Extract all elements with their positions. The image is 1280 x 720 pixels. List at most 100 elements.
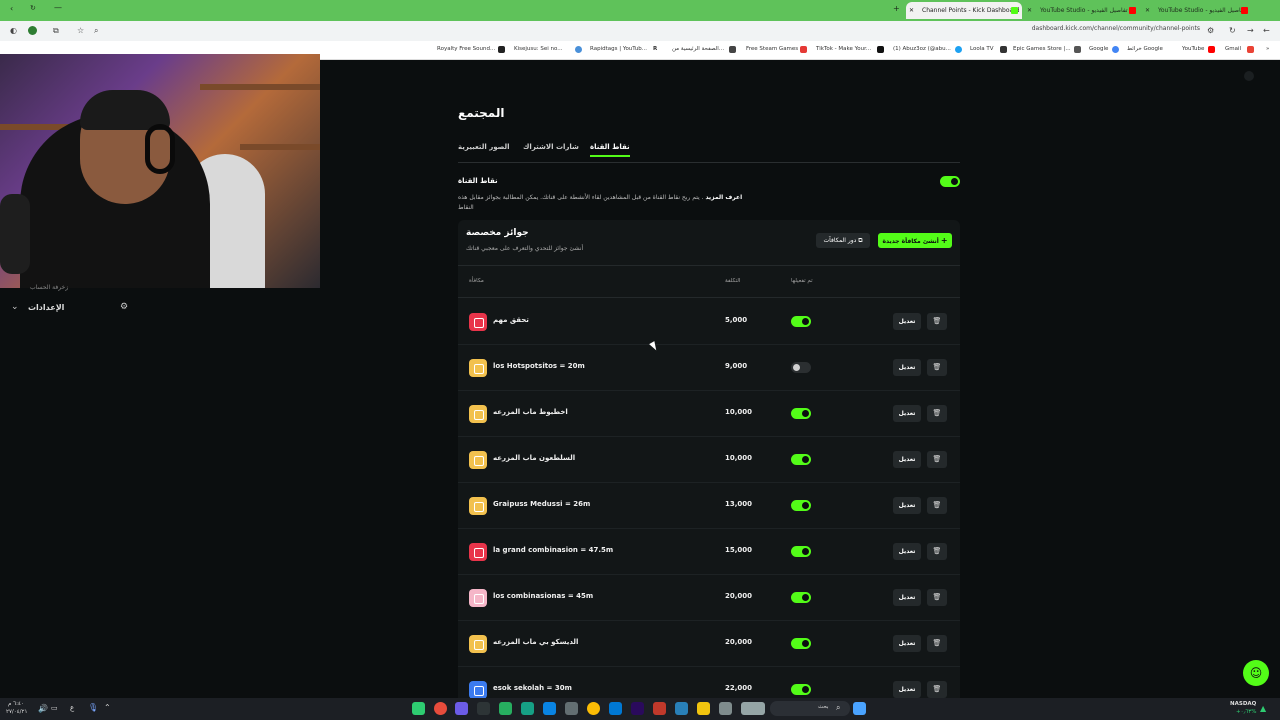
- reward-enabled-toggle[interactable]: [791, 684, 811, 695]
- chrome-icon[interactable]: [587, 702, 600, 715]
- url-field[interactable]: dashboard.kick.com/channel/community/cha…: [1032, 25, 1200, 32]
- reload-icon[interactable]: ↻: [30, 4, 36, 12]
- profile-icon[interactable]: [28, 26, 37, 35]
- mic-icon[interactable]: 🎙: [88, 703, 98, 712]
- extension-icon[interactable]: ◐: [10, 26, 17, 35]
- reload-icon[interactable]: ↻: [1229, 26, 1236, 35]
- reward-enabled-toggle[interactable]: [791, 638, 811, 649]
- reward-enabled-toggle[interactable]: [791, 592, 811, 603]
- reward-enabled-toggle[interactable]: [791, 362, 811, 373]
- network-icon[interactable]: ▭: [51, 704, 58, 712]
- edit-reward-button[interactable]: تعديل: [893, 451, 921, 468]
- tab-channel-points[interactable]: نقاط القناة: [590, 143, 630, 157]
- taskbar-app-icon[interactable]: [455, 702, 468, 715]
- bookmark-item[interactable]: TikTok - Make Your...: [816, 46, 871, 52]
- taskbar-app-icon[interactable]: [675, 702, 688, 715]
- trash-icon[interactable]: 🗑: [927, 589, 947, 606]
- forward-icon[interactable]: →: [1247, 26, 1254, 35]
- taskbar-app-icon[interactable]: [412, 702, 425, 715]
- edit-reward-button[interactable]: تعديل: [893, 313, 921, 330]
- bookmark-item[interactable]: Loola TV: [970, 46, 993, 52]
- channel-points-toggle[interactable]: [940, 176, 960, 187]
- trash-icon[interactable]: 🗑: [927, 497, 947, 514]
- more-bookmarks-icon[interactable]: »: [1266, 46, 1269, 52]
- taskbar-app-icon[interactable]: [609, 702, 622, 715]
- new-tab-icon[interactable]: +: [893, 4, 900, 13]
- edit-reward-button[interactable]: تعديل: [893, 405, 921, 422]
- browser-tab-strip: ‹ ↻ — + ✕ Channel Points - Kick Dashboar…: [0, 0, 1280, 21]
- bookmark-item[interactable]: Google: [1089, 46, 1108, 52]
- back-icon[interactable]: ‹: [10, 4, 13, 13]
- trash-icon[interactable]: 🗑: [927, 543, 947, 560]
- reward-name: los combinasionas = 45m: [493, 592, 594, 600]
- taskbar-app-icon[interactable]: [565, 702, 578, 715]
- edit-reward-button[interactable]: تعديل: [893, 635, 921, 652]
- page-title: المجتمع: [458, 106, 505, 120]
- taskbar-app-icon[interactable]: [434, 702, 447, 715]
- tab-search-icon[interactable]: ⧉: [53, 26, 59, 36]
- bookmark-item[interactable]: (1) Abuz3oz (@abu...: [893, 46, 951, 52]
- search-icon[interactable]: ⌕: [94, 26, 98, 36]
- taskbar-app-icon[interactable]: [521, 702, 534, 715]
- taskbar-search[interactable]: بحث ⌕: [770, 701, 850, 716]
- sidebar-item-settings[interactable]: ⌄ الإعدادات ⚙: [0, 300, 140, 318]
- edit-reward-button[interactable]: تعديل: [893, 543, 921, 560]
- bookmark-item[interactable]: Free Steam Games: [746, 46, 798, 52]
- close-tab-icon[interactable]: ✕: [1145, 2, 1150, 19]
- site-settings-icon[interactable]: ⚙: [1207, 26, 1214, 35]
- bookmark-star-icon[interactable]: ☆: [77, 26, 84, 35]
- reward-enabled-toggle[interactable]: [791, 500, 811, 511]
- bookmark-item[interactable]: Epic Games Store |...: [1013, 46, 1071, 52]
- rewards-history-button[interactable]: دور المكافآت ⧉: [816, 233, 870, 248]
- browser-tab-active[interactable]: ✕ Channel Points - Kick Dashboard: [906, 2, 1022, 19]
- help-chat-button[interactable]: ☺: [1243, 660, 1269, 686]
- close-tab-icon[interactable]: ✕: [1027, 2, 1032, 19]
- edit-reward-button[interactable]: تعديل: [893, 359, 921, 376]
- bookmark-item[interactable]: Royalty Free Sound...: [437, 46, 495, 52]
- bookmark-item[interactable]: Gmail: [1225, 46, 1241, 52]
- taskbar-app-icon[interactable]: [477, 702, 490, 715]
- bookmark-item[interactable]: Kisejusu: Sei no...: [514, 46, 563, 52]
- browser-tab[interactable]: ✕ YouTube Studio - تفاصيل الفيديو: [1142, 2, 1252, 19]
- edit-reward-button[interactable]: تعديل: [893, 681, 921, 698]
- reward-cost: 22,000: [725, 684, 753, 692]
- bookmark-item[interactable]: الصفحة الرئيسية من...: [672, 46, 724, 52]
- taskbar-app-icon[interactable]: [653, 702, 666, 715]
- trash-icon[interactable]: 🗑: [927, 313, 947, 330]
- sidebar-item-partial[interactable]: زخرفة الحساب: [30, 284, 68, 291]
- taskbar-app-icon[interactable]: [719, 702, 732, 715]
- file-explorer-icon[interactable]: [697, 702, 710, 715]
- notification-icon[interactable]: [1244, 71, 1254, 81]
- reward-enabled-toggle[interactable]: [791, 316, 811, 327]
- edit-reward-button[interactable]: تعديل: [893, 497, 921, 514]
- minimize-icon[interactable]: —: [54, 3, 62, 12]
- edit-reward-button[interactable]: تعديل: [893, 589, 921, 606]
- start-icon[interactable]: [853, 702, 866, 715]
- taskbar-app-icon[interactable]: [543, 702, 556, 715]
- close-tab-icon[interactable]: ✕: [909, 2, 914, 19]
- reward-name: Graipuss Medussi = 26m: [493, 500, 591, 508]
- speaker-icon[interactable]: 🔊: [38, 704, 48, 713]
- learn-more-link[interactable]: اعرف المزيد: [705, 194, 742, 201]
- bookmark-item[interactable]: Rapidtags | YouTub...: [590, 46, 647, 52]
- reward-enabled-toggle[interactable]: [791, 408, 811, 419]
- chevron-up-icon[interactable]: ⌃: [104, 703, 111, 712]
- trash-icon[interactable]: 🗑: [927, 405, 947, 422]
- create-reward-button[interactable]: أنشئ مكافأة جديدة +: [878, 233, 952, 248]
- reward-enabled-toggle[interactable]: [791, 546, 811, 557]
- bookmark-item[interactable]: خرائط Google: [1127, 46, 1163, 52]
- language-indicator[interactable]: ع: [70, 704, 74, 712]
- trash-icon[interactable]: 🗑: [927, 635, 947, 652]
- browser-tab[interactable]: ✕ YouTube Studio - تفاصيل الفيديو: [1024, 2, 1140, 19]
- trash-icon[interactable]: 🗑: [927, 359, 947, 376]
- taskbar-app-icon[interactable]: [741, 702, 765, 715]
- trash-icon[interactable]: 🗑: [927, 451, 947, 468]
- trash-icon[interactable]: 🗑: [927, 681, 947, 698]
- taskbar-app-icon[interactable]: [499, 702, 512, 715]
- premiere-icon[interactable]: [631, 702, 644, 715]
- bookmark-item[interactable]: YouTube: [1182, 46, 1204, 52]
- reward-enabled-toggle[interactable]: [791, 454, 811, 465]
- back-icon[interactable]: ←: [1263, 26, 1270, 35]
- tab-sub-badges[interactable]: شارات الاشتراك: [523, 143, 579, 151]
- tab-emotes[interactable]: الصور التعبيرية: [458, 143, 510, 151]
